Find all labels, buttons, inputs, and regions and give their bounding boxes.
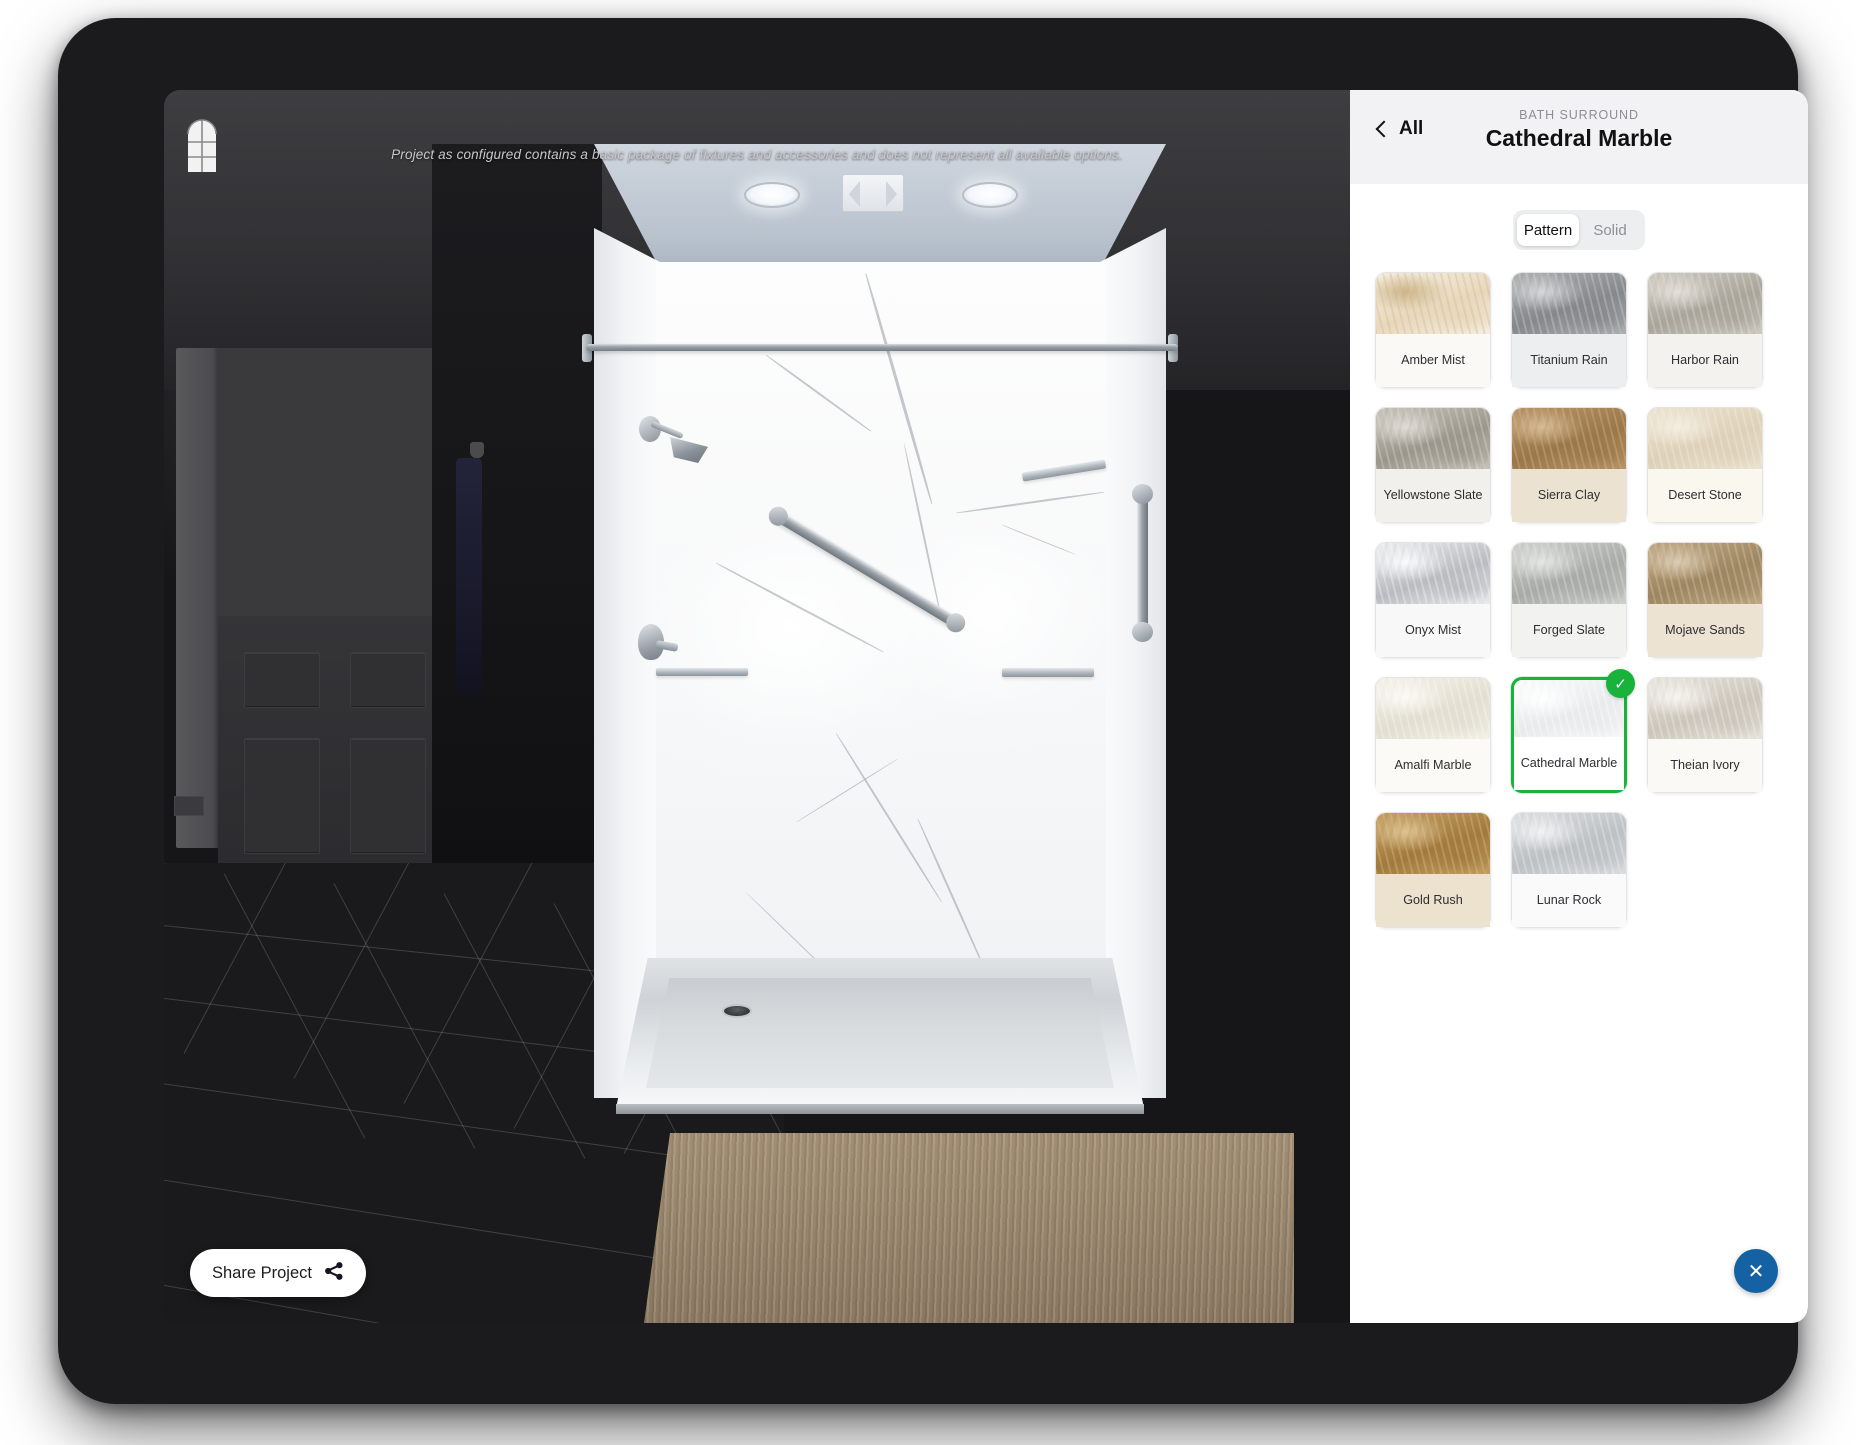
share-project-label: Share Project	[212, 1263, 312, 1282]
swatch-label: Mojave Sands	[1648, 604, 1762, 657]
header-titles: BATH SURROUND Cathedral Marble	[1350, 108, 1808, 152]
swatch-texture	[1376, 813, 1490, 876]
swatch-cathedral-marble[interactable]: Cathedral Marble ✓	[1511, 669, 1635, 793]
ceiling-light	[744, 182, 800, 208]
swatch-harbor-rain[interactable]: Harbor Rain✓	[1647, 272, 1763, 388]
swatch-label: Yellowstone Slate	[1376, 469, 1490, 522]
3d-viewport[interactable]: Project as configured contains a basic p…	[164, 90, 1350, 1323]
door-panel	[244, 738, 320, 854]
share-project-button[interactable]: Share Project	[190, 1249, 366, 1297]
robe-hook-icon	[470, 442, 484, 458]
door-panel	[350, 652, 426, 708]
swatch-texture	[1376, 273, 1490, 336]
swatch-lunar-rock[interactable]: Lunar Rock✓	[1511, 812, 1627, 928]
swatch-label: Cathedral Marble	[1514, 737, 1624, 790]
share-icon	[324, 1261, 344, 1286]
swatch-label: Amber Mist	[1376, 334, 1490, 387]
swatch-titanium-rain[interactable]: Titanium Rain✓	[1511, 272, 1627, 388]
close-icon: ✕	[1747, 1260, 1765, 1283]
swatch-amalfi-marble[interactable]: Amalfi Marble✓	[1375, 677, 1491, 793]
swatch-texture	[1512, 543, 1626, 606]
category-label: BATH SURROUND	[1519, 108, 1639, 122]
swatch-texture	[1376, 543, 1490, 606]
swatch-texture	[1648, 408, 1762, 471]
selected-check-icon: ✓	[1606, 669, 1635, 698]
door-panel	[350, 738, 426, 854]
window-icon	[184, 112, 220, 174]
ceiling-light	[962, 182, 1018, 208]
ceiling-vent	[842, 174, 904, 212]
swatch-texture	[1648, 273, 1762, 336]
tab-solid[interactable]: Solid	[1579, 214, 1641, 246]
tablet-screen: Project as configured contains a basic p…	[164, 90, 1808, 1323]
swatch-yellowstone-slate[interactable]: Yellowstone Slate✓	[1375, 407, 1491, 523]
shower-curtain-rod[interactable]	[586, 344, 1178, 351]
page-title: Cathedral Marble	[1485, 125, 1673, 151]
shower-threshold	[616, 1104, 1144, 1114]
swatch-texture	[1648, 543, 1762, 606]
swatch-label: Sierra Clay	[1512, 469, 1626, 522]
tablet-device-frame: Project as configured contains a basic p…	[58, 18, 1808, 1404]
swatch-theian-ivory[interactable]: Theian Ivory✓	[1647, 677, 1763, 793]
swatch-texture	[1512, 813, 1626, 876]
swatch-label: Harbor Rain	[1648, 334, 1762, 387]
panel-header: All BATH SURROUND Cathedral Marble	[1350, 90, 1808, 184]
bath-rug	[644, 1133, 1294, 1323]
pattern-solid-toggle[interactable]: Pattern Solid	[1513, 210, 1645, 250]
swatch-label: Onyx Mist	[1376, 604, 1490, 657]
swatch-sierra-clay[interactable]: Sierra Clay✓	[1511, 407, 1627, 523]
swatch-texture	[1376, 678, 1490, 741]
swatch-label: Theian Ivory	[1648, 739, 1762, 792]
swatch-onyx-mist[interactable]: Onyx Mist✓	[1375, 542, 1491, 658]
hanging-towel	[456, 458, 482, 694]
swatch-gold-rush[interactable]: Gold Rush✓	[1375, 812, 1491, 928]
light-switch	[174, 796, 204, 816]
shower-drain	[722, 1004, 752, 1018]
swatch-texture	[1648, 678, 1762, 741]
swatch-label: Desert Stone	[1648, 469, 1762, 522]
swatch-grid: Amber Mist✓Titanium Rain✓Harbor Rain✓Yel…	[1375, 272, 1783, 1323]
vertical-grab-bar[interactable]	[1132, 484, 1153, 642]
close-panel-button[interactable]: ✕	[1734, 1249, 1778, 1293]
swatch-texture	[1512, 273, 1626, 336]
swatch-forged-slate[interactable]: Forged Slate✓	[1511, 542, 1627, 658]
door-panel	[244, 652, 320, 708]
swatch-amber-mist[interactable]: Amber Mist✓	[1375, 272, 1491, 388]
shower-pan-floor	[646, 978, 1114, 1088]
swatch-desert-stone[interactable]: Desert Stone✓	[1647, 407, 1763, 523]
swatch-label: Gold Rush	[1376, 874, 1490, 927]
doorway-frame	[174, 348, 440, 1108]
swatch-label: Titanium Rain	[1512, 334, 1626, 387]
disclaimer-text: Project as configured contains a basic p…	[391, 147, 1123, 162]
corner-shelf-right[interactable]	[1002, 668, 1094, 677]
corner-shelf-left[interactable]	[656, 668, 748, 676]
swatch-label: Forged Slate	[1512, 604, 1626, 657]
material-selection-panel: All BATH SURROUND Cathedral Marble Patte…	[1350, 90, 1808, 1323]
swatch-texture	[1376, 408, 1490, 471]
swatch-label: Amalfi Marble	[1376, 739, 1490, 792]
swatch-texture	[1512, 408, 1626, 471]
shower-enclosure[interactable]	[582, 144, 1178, 1154]
tab-pattern[interactable]: Pattern	[1517, 214, 1579, 246]
swatch-label: Lunar Rock	[1512, 874, 1626, 927]
swatch-mojave-sands[interactable]: Mojave Sands✓	[1647, 542, 1763, 658]
